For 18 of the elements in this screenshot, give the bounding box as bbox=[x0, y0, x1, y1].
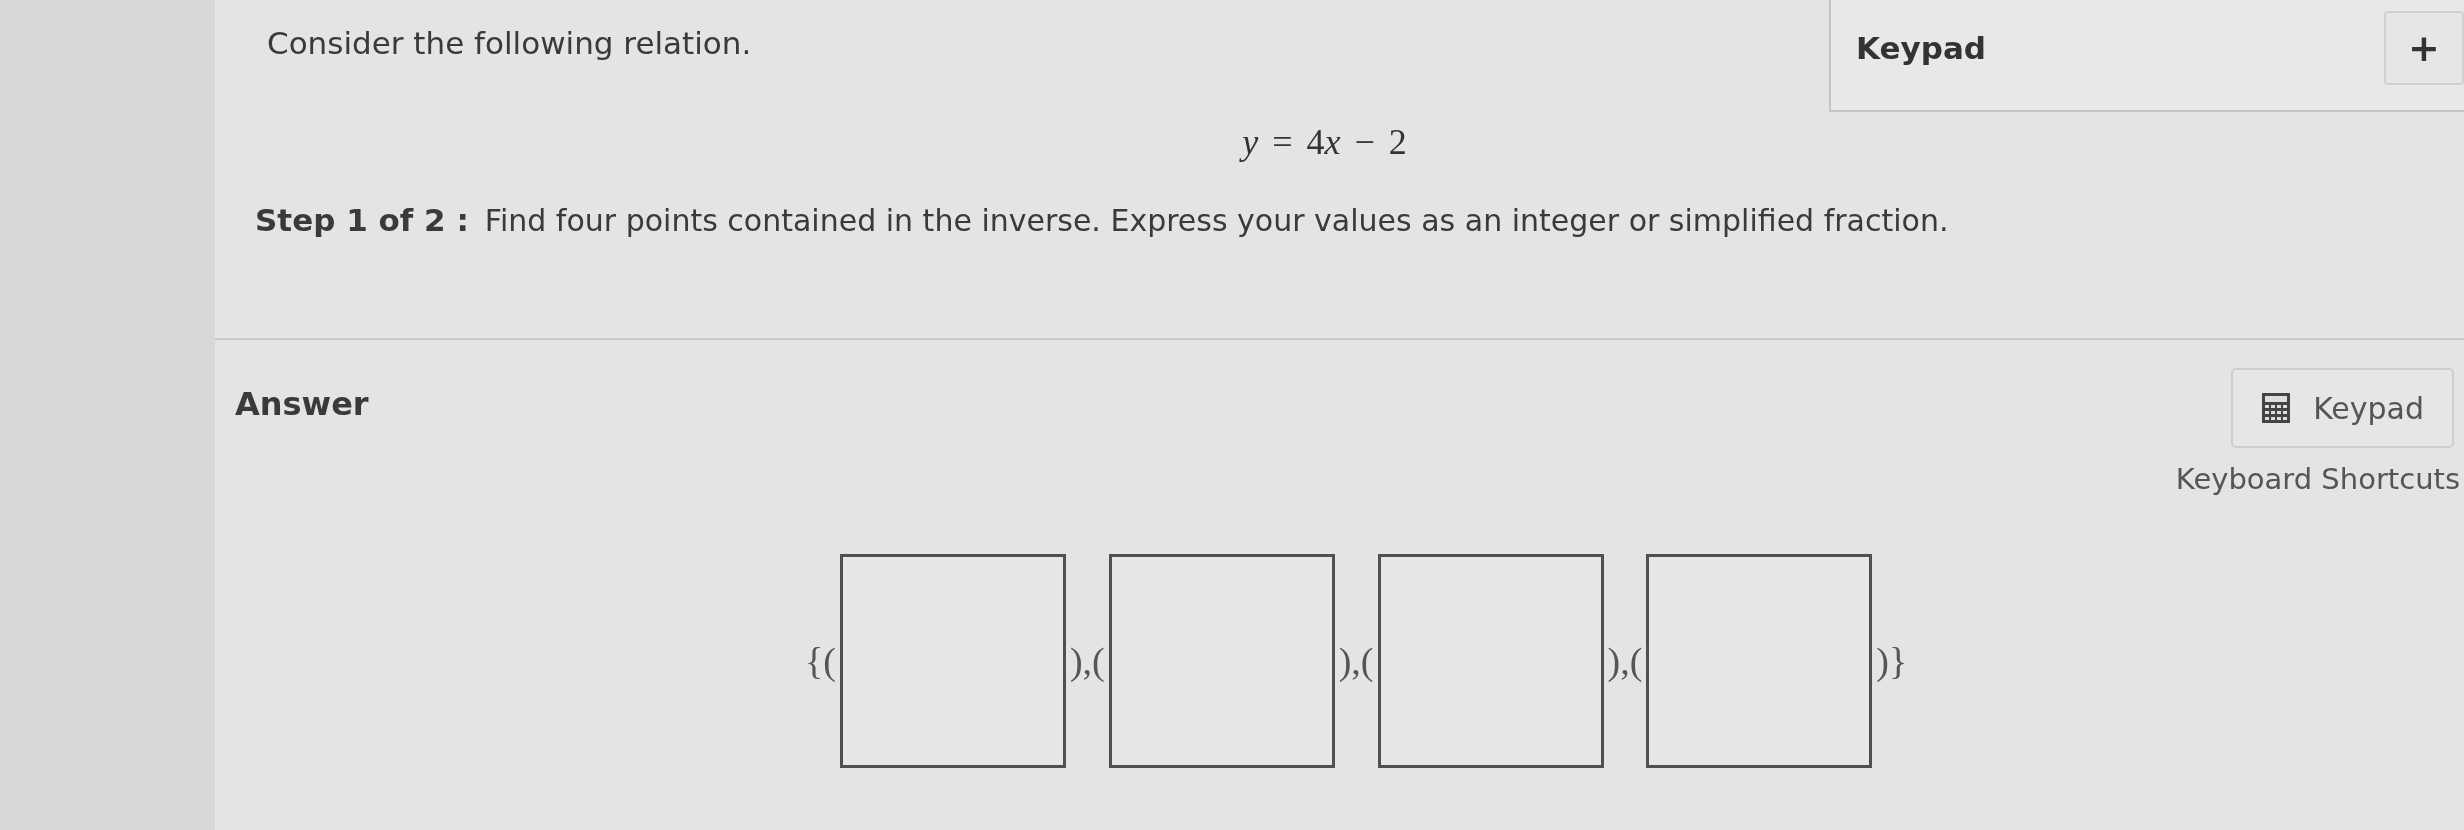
set-delimiter: ),( bbox=[1606, 638, 1644, 684]
calculator-icon bbox=[2261, 392, 2292, 424]
set-delimiter: )} bbox=[1875, 638, 1909, 684]
set-delimiter: {( bbox=[804, 638, 837, 684]
set-delimiter: ),( bbox=[1068, 638, 1106, 684]
answer-box[interactable] bbox=[1108, 554, 1335, 768]
answer-box[interactable] bbox=[1377, 554, 1604, 768]
answer-label: Answer bbox=[235, 384, 369, 425]
set-delimiter: ),( bbox=[1337, 638, 1375, 684]
keypad-panel-title: Keypad bbox=[1856, 28, 1986, 68]
answer-box[interactable] bbox=[839, 554, 1066, 768]
expand-button[interactable]: + bbox=[2384, 11, 2464, 85]
step-text: Find four points contained in the inverse. Express your values as an integer or simplified fraction. bbox=[484, 201, 1949, 240]
answer-box[interactable] bbox=[1646, 554, 1873, 768]
step-label: Step 1 of 2 : bbox=[255, 200, 469, 240]
question-text: Consider the following relation. bbox=[267, 24, 752, 63]
keyboard-shortcuts-link[interactable]: Keyboard Shortcuts bbox=[2175, 458, 2460, 502]
keypad-button[interactable]: Keypad bbox=[2231, 368, 2454, 448]
